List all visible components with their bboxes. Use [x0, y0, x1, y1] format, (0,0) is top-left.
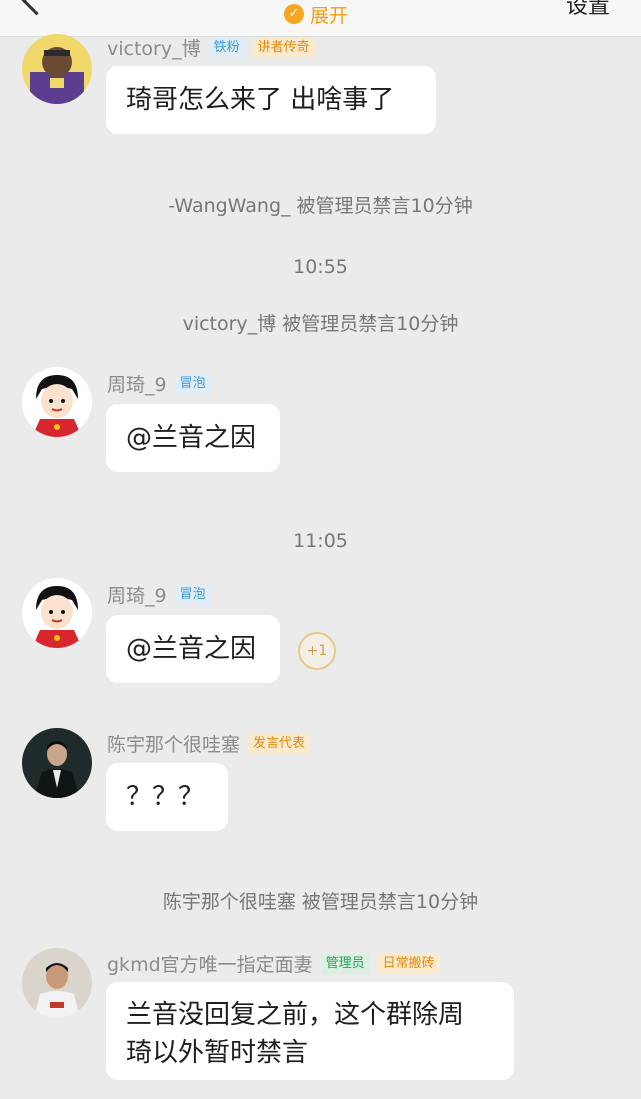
- message-line: 兰音没回复之前，这个群除周: [126, 1000, 465, 1030]
- sender-name[interactable]: 周琦_9: [107, 370, 167, 397]
- message-bubble[interactable]: ？？？: [106, 763, 228, 831]
- sender-line: 周琦_9 冒泡: [107, 370, 211, 397]
- back-arrow-icon[interactable]: [21, 0, 52, 16]
- title-badge: 日常搬砖: [377, 953, 440, 974]
- system-notice: -WangWang_ 被管理员禁言10分钟: [168, 195, 473, 217]
- sender-name[interactable]: victory_博: [107, 34, 201, 61]
- sender-name[interactable]: gkmd官方唯一指定面妻: [107, 950, 313, 977]
- settings-button[interactable]: 设置: [566, 0, 610, 20]
- fan-badge: 冒泡: [174, 584, 211, 605]
- avatar[interactable]: [22, 367, 92, 437]
- sender-name[interactable]: 周琦_9: [107, 581, 167, 608]
- sender-line: 周琦_9 冒泡: [107, 581, 211, 608]
- avatar[interactable]: [22, 728, 92, 798]
- expand-label: 展开: [310, 4, 349, 27]
- message-bubble[interactable]: @兰音之因: [106, 404, 280, 472]
- avatar[interactable]: [22, 948, 92, 1018]
- fan-badge: 冒泡: [174, 373, 211, 394]
- message-bubble[interactable]: 兰音没回复之前，这个群除周 琦以外暂时禁言: [106, 982, 514, 1080]
- fan-badge: 铁粉: [208, 37, 245, 58]
- system-notice: 陈宇那个很哇塞 被管理员禁言10分钟: [162, 891, 479, 913]
- message-line: 琦以外暂时禁言: [126, 1038, 309, 1068]
- message-bubble[interactable]: 琦哥怎么来了 出啥事了: [106, 66, 436, 134]
- message-bubble[interactable]: @兰音之因: [106, 615, 280, 683]
- system-notice: victory_博 被管理员禁言10分钟: [182, 313, 459, 335]
- avatar[interactable]: [22, 34, 92, 104]
- check-circle-icon: ✓: [284, 4, 304, 24]
- title-badge: 讲者传奇: [252, 37, 315, 58]
- sender-name[interactable]: 陈宇那个很哇塞: [107, 730, 240, 757]
- sender-line: victory_博 铁粉 讲者传奇: [107, 34, 315, 61]
- expand-button[interactable]: ✓ 展开: [284, 0, 348, 28]
- timestamp: 10:55: [293, 256, 348, 278]
- sender-line: 陈宇那个很哇塞 发言代表: [107, 730, 311, 757]
- timestamp: 11:05: [293, 530, 348, 552]
- avatar[interactable]: [22, 578, 92, 648]
- admin-badge: 管理员: [320, 953, 370, 974]
- plus-one-reaction[interactable]: +1: [298, 632, 336, 670]
- top-bar: ✓ 展开 设置: [0, 0, 641, 37]
- title-badge: 发言代表: [248, 733, 311, 754]
- sender-line: gkmd官方唯一指定面妻 管理员 日常搬砖: [107, 950, 440, 977]
